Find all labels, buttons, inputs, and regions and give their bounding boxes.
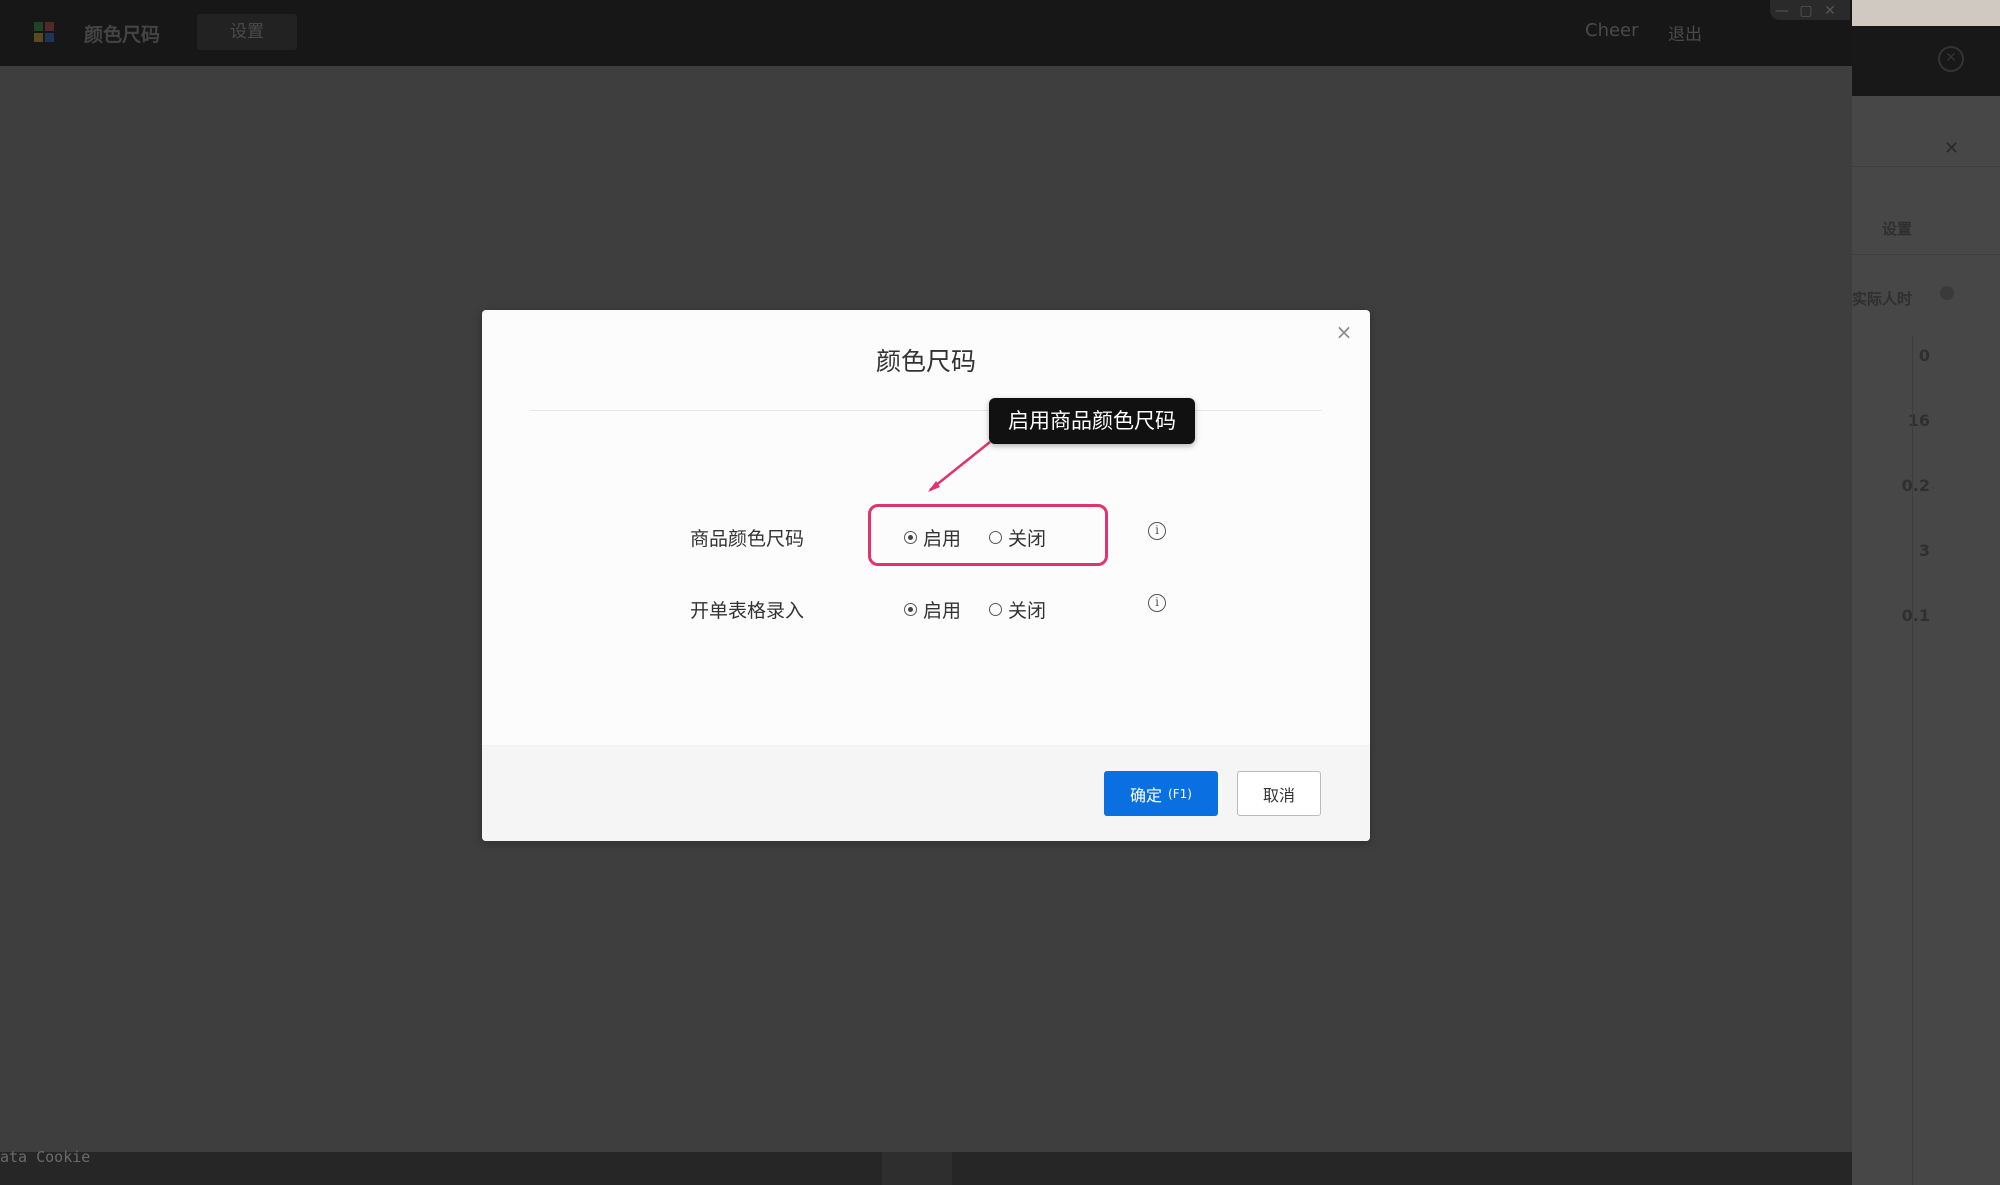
- panel-close-icon[interactable]: ✕: [1944, 138, 1959, 159]
- minimize-icon[interactable]: —: [1770, 2, 1794, 20]
- confirm-button[interactable]: 确定 (F1): [1104, 771, 1218, 816]
- settings-label: 设置: [1882, 220, 1913, 238]
- value-cell: 0.1: [1901, 606, 1930, 625]
- side-panel: ✕ 设置 实际人时 0 16 0.2 3 0.1: [1852, 96, 2000, 1185]
- color-size-label: 商品颜色尺码: [690, 528, 805, 550]
- value-cell: 0: [1918, 346, 1930, 365]
- highlight-box: [868, 504, 1108, 566]
- annotation-tooltip: 启用商品颜色尺码: [989, 398, 1195, 444]
- divider: [1852, 254, 2000, 255]
- help-icon[interactable]: [1940, 286, 1954, 300]
- settings-tab[interactable]: 设置: [197, 14, 297, 50]
- status-text: ata Cookie: [0, 1148, 91, 1166]
- table-entry-setting-row: 开单表格录入 启用 关闭 i: [482, 588, 1370, 628]
- radio-label: 启用: [923, 600, 962, 622]
- side-window-header: ✕: [1852, 26, 2000, 96]
- logout-link[interactable]: 退出: [1668, 20, 1702, 45]
- photo-strip: [1852, 0, 2000, 26]
- cancel-button[interactable]: 取消: [1237, 771, 1321, 816]
- dialog-title: 颜色尺码: [875, 347, 976, 376]
- app-logo-icon: [34, 22, 56, 44]
- radio-checked-icon: [904, 603, 917, 616]
- app-topbar: 颜色尺码 设置 Cheer 退出 — ▢ ✕: [0, 0, 1852, 66]
- column-divider: [1912, 336, 1913, 1185]
- info-icon[interactable]: i: [1148, 522, 1166, 540]
- status-segment: [882, 1152, 952, 1185]
- table-entry-disable-radio[interactable]: 关闭: [989, 596, 1046, 623]
- confirm-label: 确定: [1130, 785, 1163, 805]
- table-entry-enable-radio[interactable]: 启用: [904, 596, 961, 623]
- color-size-dialog: × 颜色尺码 商品颜色尺码 启用 关闭 i 开单表格录入 启用 关闭 i 确定 …: [482, 310, 1370, 841]
- radio-unchecked-icon: [989, 603, 1002, 616]
- side-window: ✕ ✕ 设置 实际人时 0 16 0.2 3 0.1: [1852, 0, 2000, 1185]
- value-cell: 3: [1918, 541, 1930, 560]
- status-bar: ata Cookie: [0, 1148, 1852, 1185]
- divider: [1852, 166, 2000, 167]
- shortcut-hint: (F1): [1168, 786, 1192, 801]
- maximize-icon[interactable]: ▢: [1794, 2, 1818, 20]
- close-window-icon[interactable]: ✕: [1818, 2, 1842, 20]
- window-controls: — ▢ ✕: [1770, 0, 1850, 20]
- dialog-footer: 确定 (F1) 取消: [482, 745, 1370, 841]
- circle-close-icon[interactable]: ✕: [1938, 46, 1964, 72]
- user-name[interactable]: Cheer: [1585, 20, 1639, 41]
- value-cell: 16: [1907, 411, 1930, 430]
- app-title: 颜色尺码: [84, 24, 161, 46]
- value-cell: 0.2: [1901, 476, 1930, 495]
- info-icon[interactable]: i: [1148, 594, 1166, 612]
- radio-label: 关闭: [1008, 600, 1047, 622]
- close-icon[interactable]: ×: [1332, 320, 1356, 344]
- column-header: 实际人时: [1852, 290, 1913, 308]
- table-entry-label: 开单表格录入: [690, 600, 805, 622]
- title-divider: [530, 410, 1322, 411]
